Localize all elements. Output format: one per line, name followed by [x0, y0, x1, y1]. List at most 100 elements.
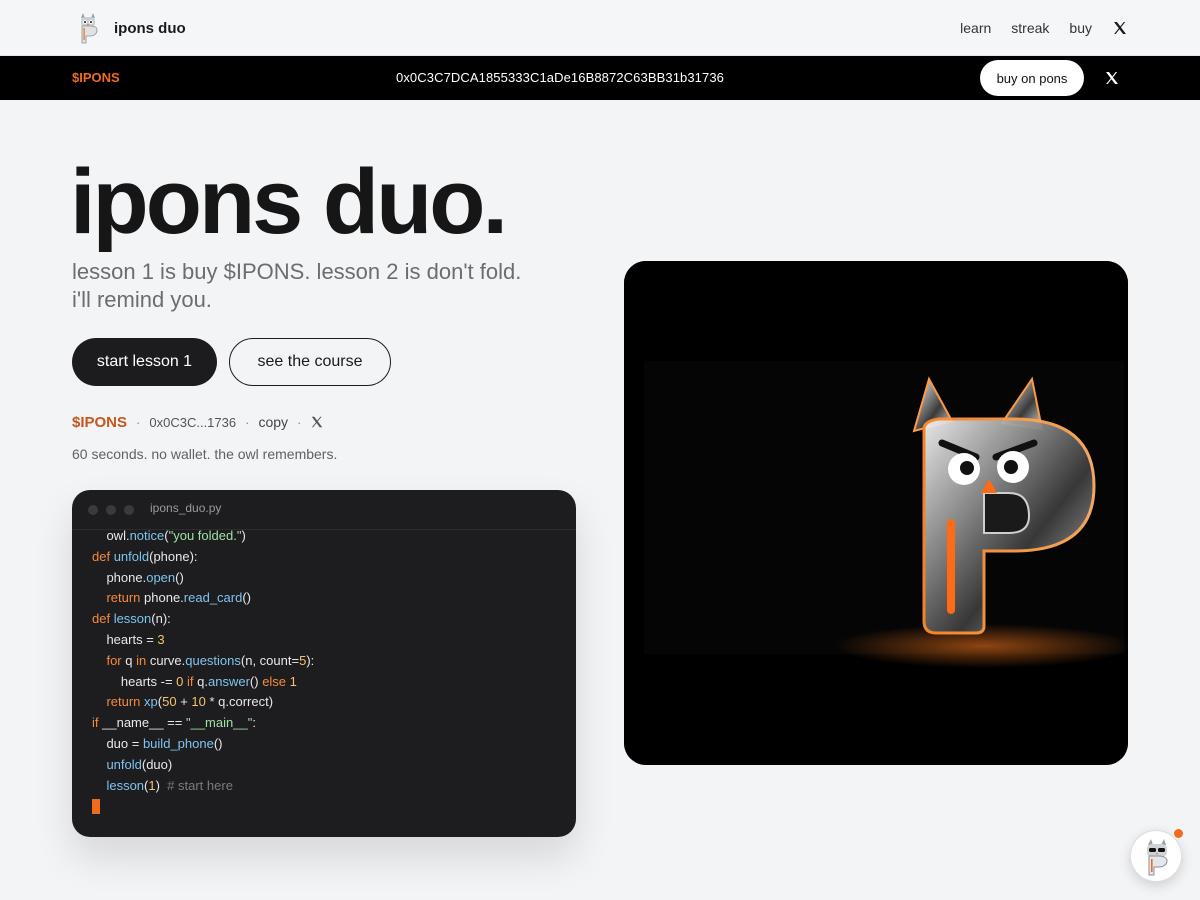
code-token: hearts -= — [92, 673, 177, 689]
tagline: 60 seconds. no wallet. the owl remembers… — [72, 446, 338, 462]
code-token: 10 — [191, 694, 206, 710]
code-token: questions — [185, 652, 241, 668]
window-dot — [124, 505, 134, 515]
buy-on-pons-button[interactable]: buy on pons — [980, 60, 1084, 96]
code-token: unfold — [113, 548, 150, 564]
code-line: def unfold(phone): — [92, 547, 314, 568]
code-editor-window: ipons_duo.py owl.notice("you folded.") de… — [72, 490, 576, 837]
token-address-short: 0x0C3C...1736 — [149, 414, 237, 430]
window-dot — [88, 505, 98, 515]
code-token: phone. — [92, 569, 147, 585]
code-token: lesson — [106, 777, 145, 793]
code-line: lesson(1) # start here — [92, 776, 314, 797]
code-token: def — [92, 548, 114, 564]
notification-dot — [1174, 829, 1183, 838]
top-nav: ipons duo learn streak buy — [0, 0, 1200, 56]
glass-p-owl-mascot — [624, 261, 1128, 765]
code-line: return xp(50 + 10 * q.correct) — [92, 692, 314, 713]
code-token: # start here — [167, 777, 233, 793]
code-token: () — [242, 590, 252, 606]
x-logo-icon[interactable] — [1112, 20, 1128, 36]
code-line: duo = build_phone() — [92, 734, 314, 755]
code-token: read_card — [183, 590, 243, 606]
code-token: q — [125, 652, 137, 668]
code-token: 0 — [176, 673, 188, 689]
hero-title: ipons duo. — [70, 151, 508, 253]
code-line: hearts -= 0 if q.answer() else 1 — [92, 672, 314, 693]
code-token: in — [136, 652, 150, 668]
code-token: "__main__" — [185, 715, 253, 731]
copy-address-button[interactable]: copy — [258, 414, 288, 430]
see-course-button[interactable]: see the course — [229, 338, 391, 386]
code-token: curve. — [149, 652, 186, 668]
x-logo-icon[interactable] — [310, 415, 324, 429]
contract-address[interactable]: 0x0C3C7DCA1855333C1aDe16B8872C63BB31b317… — [396, 70, 724, 85]
code-token: notice — [129, 528, 165, 543]
nav-link-streak[interactable]: streak — [1011, 20, 1049, 36]
brand[interactable]: ipons duo — [74, 12, 186, 44]
code-token: duo = — [92, 735, 143, 751]
code-line: phone.open() — [92, 568, 314, 589]
code-token: "you folded." — [168, 528, 242, 543]
ticker-symbol: $IPONS — [72, 70, 120, 85]
code-line: if __name__ == "__main__": — [92, 713, 314, 734]
code-token: 50 — [162, 694, 177, 710]
nav-link-buy[interactable]: buy — [1069, 20, 1092, 36]
hero-subtitle: lesson 1 is buy $IPONS. lesson 2 is don'… — [72, 259, 522, 312]
code-body: owl.notice("you folded.") def unfold(phon… — [92, 526, 314, 796]
code-token: for — [106, 652, 126, 668]
x-logo-icon[interactable] — [1104, 70, 1120, 86]
code-token: 1 — [148, 777, 156, 793]
code-token: xp — [144, 694, 158, 710]
code-token: lesson — [113, 611, 152, 627]
code-token: if — [187, 673, 198, 689]
code-token: build_phone — [142, 735, 214, 751]
code-line: for q in curve.questions(n, count=5): — [92, 651, 314, 672]
code-token: (n, count= — [240, 652, 300, 668]
code-token: else — [262, 673, 290, 689]
token-symbol: $IPONS — [72, 413, 128, 431]
separator-dot: · — [245, 414, 250, 430]
code-token: (duo) — [141, 756, 173, 772]
code-token: (phone): — [149, 548, 198, 564]
code-token: answer — [207, 673, 250, 689]
chat-owl-avatar[interactable] — [1130, 830, 1182, 882]
code-line: def lesson(n): — [92, 609, 314, 630]
code-line: unfold(duo) — [92, 755, 314, 776]
code-token: q. — [197, 673, 208, 689]
code-token: unfold — [106, 756, 142, 772]
code-line: hearts = 3 — [92, 630, 314, 651]
code-token: __name__ == — [102, 715, 186, 731]
code-token: ) — [155, 777, 168, 793]
window-dot — [106, 505, 116, 515]
text-cursor — [92, 799, 100, 814]
code-token: return — [106, 590, 145, 606]
code-token: : — [252, 715, 256, 731]
hero-mascot-image — [624, 261, 1128, 765]
separator-dot: · — [297, 414, 302, 430]
code-token: ): — [306, 652, 315, 668]
token-info-row: $IPONS · 0x0C3C...1736 · copy · — [72, 412, 324, 432]
code-token: (n): — [151, 611, 171, 627]
code-window-header: ipons_duo.py — [72, 490, 576, 530]
code-filename: ipons_duo.py — [150, 501, 222, 515]
nav-link-learn[interactable]: learn — [960, 20, 991, 36]
code-token: return — [106, 694, 145, 710]
start-lesson-button[interactable]: start lesson 1 — [72, 338, 217, 386]
code-token: + — [176, 694, 192, 710]
code-token: phone. — [144, 590, 184, 606]
code-line: owl.notice("you folded.") — [92, 526, 314, 547]
owl-p-logo-icon — [81, 13, 98, 44]
code-token: * q.correct) — [205, 694, 274, 710]
brand-name: ipons duo — [114, 19, 186, 37]
nav-links: learn streak buy — [960, 0, 1128, 56]
code-token: () — [175, 569, 184, 585]
code-line: return phone.read_card() — [92, 588, 314, 609]
code-token: owl. — [92, 528, 130, 543]
code-token: () — [213, 735, 223, 751]
